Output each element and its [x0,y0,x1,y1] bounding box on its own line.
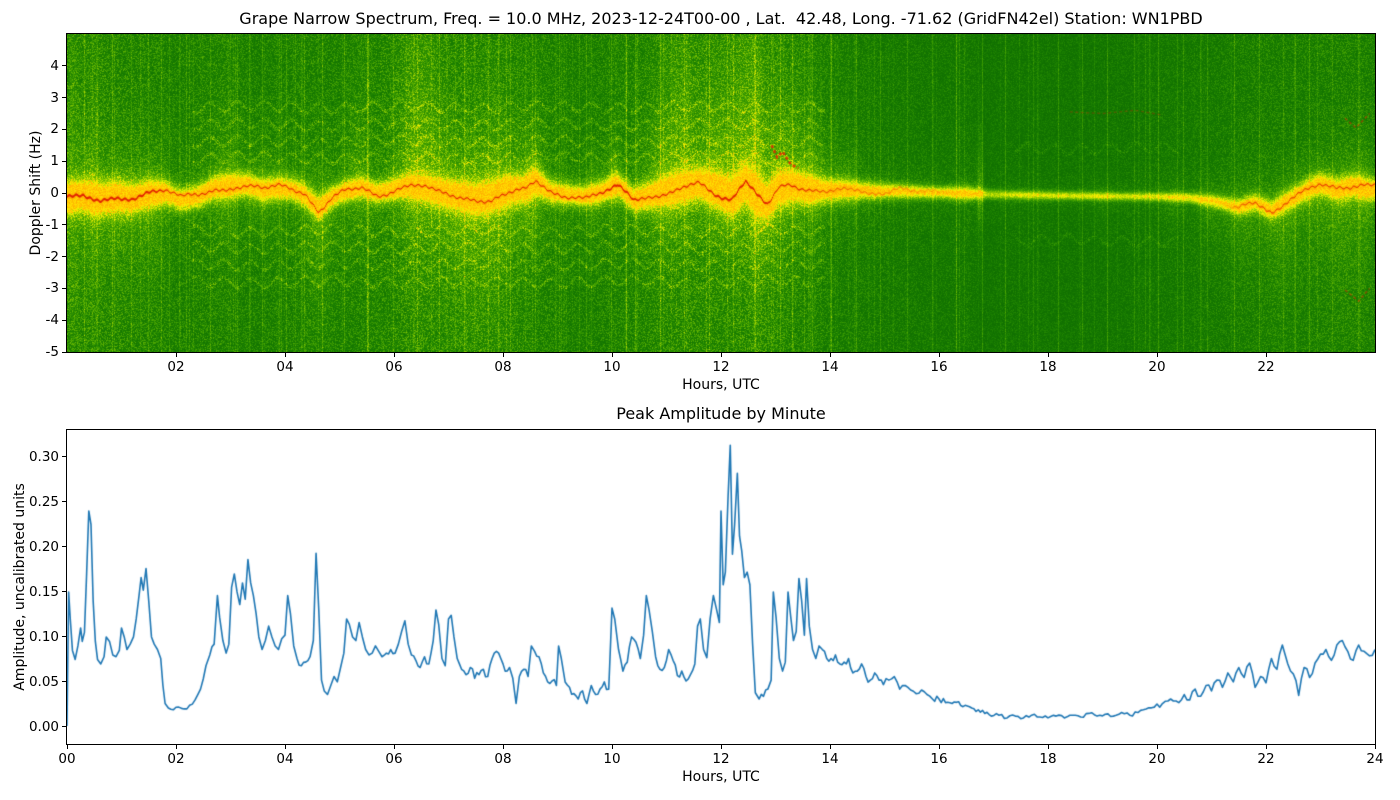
x-tick-mark [1375,745,1376,749]
x-tick-label: 24 [1366,751,1383,767]
x-tick-mark [612,745,613,749]
y-tick-label: -3 [0,280,59,296]
x-tick-label: 04 [276,359,293,375]
y-tick-mark [62,320,66,321]
amplitude-x-axis-label: Hours, UTC [67,769,1375,785]
y-tick-label: 0.30 [0,449,59,465]
y-tick-label: 0.05 [0,674,59,690]
x-tick-label: 18 [1039,359,1056,375]
x-tick-mark [1048,745,1049,749]
x-tick-mark [394,745,395,749]
y-tick-label: 0.20 [0,539,59,555]
x-tick-label: 12 [712,751,729,767]
y-tick-mark [62,636,66,637]
x-tick-label: 06 [385,751,402,767]
y-tick-label: 0.10 [0,629,59,645]
y-tick-mark [62,193,66,194]
y-tick-mark [62,224,66,225]
x-tick-mark [830,745,831,749]
x-tick-mark [394,353,395,357]
y-tick-label: 1 [0,153,59,169]
x-tick-label: 08 [494,359,511,375]
y-tick-mark [62,97,66,98]
y-tick-label: 4 [0,58,59,74]
amplitude-title: Peak Amplitude by Minute [67,404,1375,423]
y-tick-mark [62,726,66,727]
y-tick-mark [62,501,66,502]
x-tick-label: 16 [930,751,947,767]
y-tick-mark [62,129,66,130]
y-tick-label: -1 [0,217,59,233]
amplitude-canvas [67,430,1375,744]
y-tick-label: -2 [0,249,59,265]
y-tick-mark [62,288,66,289]
x-tick-mark [830,353,831,357]
x-tick-mark [1157,353,1158,357]
x-tick-label: 14 [821,751,838,767]
y-tick-mark [62,591,66,592]
x-tick-mark [939,745,940,749]
x-tick-label: 22 [1257,751,1274,767]
y-tick-mark [62,456,66,457]
x-tick-mark [939,353,940,357]
x-tick-mark [176,745,177,749]
x-tick-label: 10 [603,359,620,375]
x-tick-mark [721,353,722,357]
y-tick-label: -4 [0,312,59,328]
x-tick-mark [503,353,504,357]
y-tick-label: 0.15 [0,584,59,600]
x-tick-mark [503,745,504,749]
x-tick-label: 02 [167,751,184,767]
x-tick-label: 10 [603,751,620,767]
x-tick-mark [1266,745,1267,749]
y-tick-label: 0.00 [0,719,59,735]
x-tick-label: 04 [276,751,293,767]
amplitude-plot-area [66,429,1376,745]
y-tick-mark [62,546,66,547]
y-tick-label: -5 [0,344,59,360]
x-tick-mark [176,353,177,357]
y-tick-mark [62,352,66,353]
spectrogram-title: Grape Narrow Spectrum, Freq. = 10.0 MHz,… [67,9,1375,28]
x-tick-label: 08 [494,751,511,767]
y-tick-mark [62,65,66,66]
x-tick-label: 20 [1148,359,1165,375]
y-tick-label: 0.25 [0,494,59,510]
x-tick-label: 14 [821,359,838,375]
y-tick-mark [62,256,66,257]
x-tick-mark [612,353,613,357]
x-tick-mark [1157,745,1158,749]
x-tick-mark [67,745,68,749]
y-tick-label: 3 [0,90,59,106]
x-tick-label: 16 [930,359,947,375]
y-tick-label: 0 [0,185,59,201]
y-tick-label: 2 [0,121,59,137]
spectrogram-x-axis-label: Hours, UTC [67,377,1375,393]
x-tick-label: 00 [58,751,75,767]
x-tick-label: 20 [1148,751,1165,767]
x-tick-mark [1266,353,1267,357]
x-tick-label: 06 [385,359,402,375]
spectrogram-plot-area [66,33,1376,353]
x-tick-mark [1048,353,1049,357]
x-tick-mark [285,745,286,749]
x-tick-label: 22 [1257,359,1274,375]
figure: Grape Narrow Spectrum, Freq. = 10.0 MHz,… [0,0,1400,800]
x-tick-mark [285,353,286,357]
x-tick-mark [721,745,722,749]
x-tick-label: 18 [1039,751,1056,767]
x-tick-label: 02 [167,359,184,375]
x-tick-label: 12 [712,359,729,375]
y-tick-mark [62,161,66,162]
spectrogram-canvas [67,34,1375,352]
y-tick-mark [62,681,66,682]
